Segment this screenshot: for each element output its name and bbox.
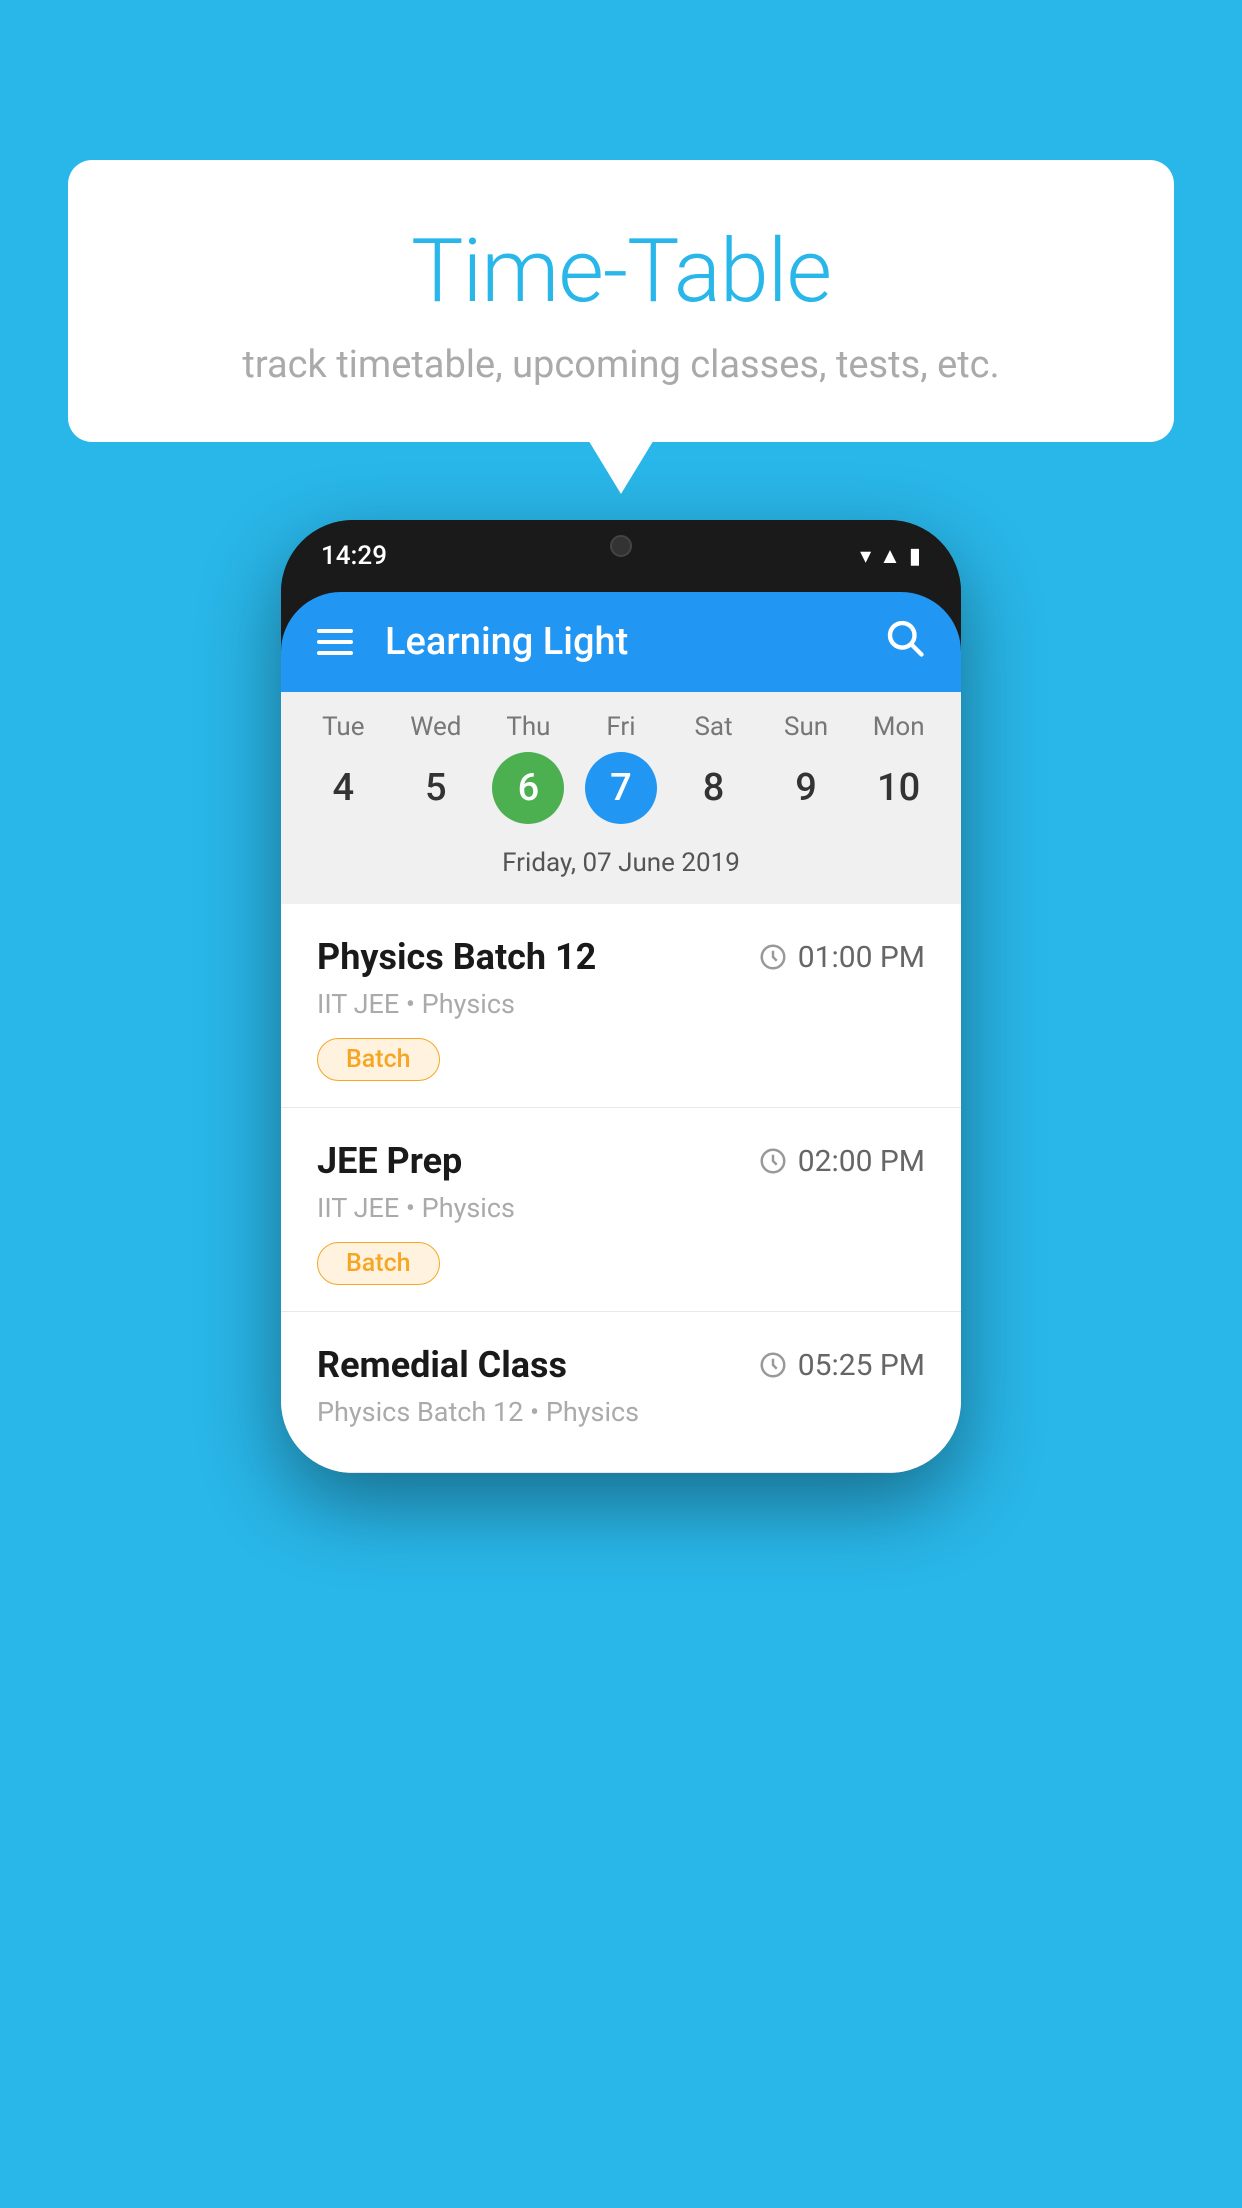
signal-icon: ▲ [879,543,901,569]
toolbar-left: Learning Light [317,620,628,664]
selected-date-label: Friday, 07 June 2019 [281,840,961,888]
day-col-sun[interactable]: Sun 9 [766,712,846,824]
day-number[interactable]: 9 [770,752,842,824]
day-col-sat[interactable]: Sat 8 [674,712,754,824]
class-time: 05:25 PM [758,1348,925,1383]
class-list: Physics Batch 12 01:00 PM IIT JEE • Physic… [281,904,961,1473]
day-number[interactable]: 7 [585,752,657,824]
class-item[interactable]: Physics Batch 12 01:00 PM IIT JEE • Physic… [281,904,961,1108]
wifi-icon: ▾ [860,544,871,569]
class-subject: IIT JEE • Physics [317,988,925,1020]
hamburger-line-3 [317,651,353,655]
day-number[interactable]: 10 [863,752,935,824]
class-name: Remedial Class [317,1344,567,1386]
bubble-title: Time-Table [108,220,1134,323]
class-name: Physics Batch 12 [317,936,596,978]
bubble-subtitle: track timetable, upcoming classes, tests… [108,343,1134,387]
day-label: Sun [784,712,828,742]
day-label: Thu [506,712,550,742]
calendar-section: Tue 4 Wed 5 Thu 6 Fri 7 Sat 8 Sun 9 Mon 10 Friday, 07… [281,692,961,904]
clock-icon [758,1350,788,1380]
battery-icon: ▮ [909,544,921,569]
day-number[interactable]: 8 [678,752,750,824]
day-label: Sat [694,712,732,742]
class-item[interactable]: JEE Prep 02:00 PM IIT JEE • Physics Batch [281,1108,961,1312]
phone-camera [610,535,632,557]
class-time-text: 02:00 PM [798,1144,925,1179]
speech-bubble-container: Time-Table track timetable, upcoming cla… [68,160,1174,442]
day-number[interactable]: 6 [492,752,564,824]
speech-bubble: Time-Table track timetable, upcoming cla… [68,160,1174,442]
class-subject: IIT JEE • Physics [317,1192,925,1224]
phone-frame: 14:29 ▾ ▲ ▮ Learning Light [281,520,961,1473]
day-col-thu[interactable]: Thu 6 [488,712,568,824]
days-row: Tue 4 Wed 5 Thu 6 Fri 7 Sat 8 Sun 9 Mon 10 [281,712,961,824]
class-subject: Physics Batch 12 • Physics [317,1396,925,1428]
day-label: Mon [873,712,925,742]
class-time-text: 05:25 PM [798,1348,925,1383]
status-time: 14:29 [321,541,387,571]
clock-icon [758,1146,788,1176]
class-time: 02:00 PM [758,1144,925,1179]
class-header: Remedial Class 05:25 PM [317,1344,925,1386]
phone-inner: Learning Light Tue4Wed5Thu6Fri7Sat8Sun9M… [281,592,961,1473]
day-number[interactable]: 4 [307,752,379,824]
hamburger-line-2 [317,640,353,644]
day-col-fri[interactable]: Fri 7 [581,712,661,824]
hamburger-line-1 [317,629,353,633]
class-header: JEE Prep 02:00 PM [317,1140,925,1182]
day-label: Wed [410,712,461,742]
hamburger-menu-icon[interactable] [317,629,353,655]
app-title: Learning Light [385,620,628,664]
day-col-mon[interactable]: Mon 10 [859,712,939,824]
day-label: Fri [606,712,635,742]
search-button[interactable] [883,616,925,668]
day-number[interactable]: 5 [400,752,472,824]
day-col-wed[interactable]: Wed 5 [396,712,476,824]
phone-wrapper: 14:29 ▾ ▲ ▮ Learning Light [281,520,961,1473]
class-time: 01:00 PM [758,940,925,975]
day-col-tue[interactable]: Tue 4 [303,712,383,824]
batch-badge: Batch [317,1038,440,1081]
batch-badge: Batch [317,1242,440,1285]
class-name: JEE Prep [317,1140,462,1182]
class-time-text: 01:00 PM [798,940,925,975]
day-label: Tue [322,712,364,742]
phone-notch [551,520,691,572]
class-header: Physics Batch 12 01:00 PM [317,936,925,978]
clock-icon [758,942,788,972]
class-item[interactable]: Remedial Class 05:25 PM Physics Batch 12 •… [281,1312,961,1473]
status-icons: ▾ ▲ ▮ [860,543,921,569]
app-toolbar: Learning Light [281,592,961,692]
status-bar: 14:29 ▾ ▲ ▮ [281,520,961,592]
